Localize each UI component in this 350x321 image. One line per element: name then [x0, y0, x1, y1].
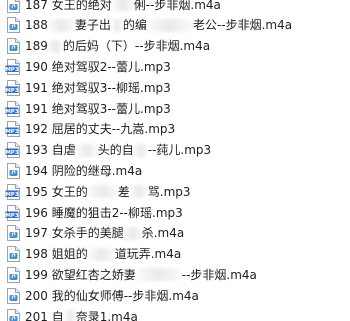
file-name-part: 道玩弄.m4a: [114, 247, 182, 262]
file-name-part: 头的自: [97, 143, 134, 158]
m4a-file-icon: [5, 17, 22, 34]
file-item[interactable]: MP3 191 绝对驾驭3--柳瑶.mp3: [0, 77, 350, 98]
redacted-blur: [123, 226, 142, 240]
redacted-blur: [87, 247, 115, 261]
file-name-part: 191 绝对驾驭3--柳瑶.mp3: [25, 80, 171, 95]
file-name: 195 女王的 差 骂.mp3: [25, 185, 191, 199]
redacted-blur: [47, 18, 75, 32]
file-name: 192 屈居的丈夫--九嵩.mp3: [25, 122, 175, 136]
file-name-part: 奈录1.m4a: [75, 309, 138, 321]
svg-text:MP3: MP3: [5, 150, 19, 156]
mp3-file-icon: MP3: [5, 58, 22, 75]
redacted-blur: [47, 39, 63, 53]
file-name-part: --步非烟.m4a: [181, 267, 257, 282]
file-name-part: 190 绝对驾驭2--蕾儿.mp3: [25, 59, 171, 74]
file-name-part: 191 绝对驾驭3--蕾儿.mp3: [25, 101, 171, 116]
file-name-part: 193 自虐: [25, 143, 76, 158]
file-item[interactable]: 189 的后妈（下）--步非烟.m4a: [0, 36, 350, 57]
redacted-blur: [129, 185, 148, 199]
file-item[interactable]: MP3 191 绝对驾驭3--蕾儿.mp3: [0, 98, 350, 119]
m4a-file-icon: [5, 308, 22, 321]
file-list: 187 女王的绝对 俐--步非烟.m4a 188 妻子出 的编 老公--步非烟.m4a …: [0, 0, 350, 321]
file-item[interactable]: MP3 193 自虐 头的自 --莼儿.mp3: [0, 140, 350, 161]
file-item[interactable]: MP3 190 绝对驾驭2--蕾儿.mp3: [0, 57, 350, 78]
file-name: 189 的后妈（下）--步非烟.m4a: [25, 39, 210, 53]
mp3-file-icon: MP3: [5, 142, 22, 159]
redacted-blur: [135, 268, 182, 282]
file-name: 187 女王的绝对 俐--步非烟.m4a: [25, 0, 221, 12]
file-item[interactable]: 188 妻子出 的编 老公--步非烟.m4a: [0, 15, 350, 36]
mp3-file-icon: MP3: [5, 79, 22, 96]
file-name-part: 老公--步非烟.m4a: [192, 18, 293, 33]
m4a-file-icon: [5, 287, 22, 304]
file-name: 194 阴险的继母.m4a: [25, 164, 142, 178]
file-name-part: 200 我的仙女师傅--步非烟.m4a: [25, 288, 199, 303]
file-name-part: 198 姐姐的: [25, 247, 88, 262]
m4a-file-icon: [5, 162, 22, 179]
file-name-part: 199 欲望红杏之娇妻: [25, 267, 136, 282]
svg-text:MP3: MP3: [5, 192, 19, 198]
redacted-blur: [111, 0, 134, 12]
mp3-file-icon: MP3: [5, 100, 22, 117]
m4a-file-icon: [5, 225, 22, 242]
file-name-part: 杀.m4a: [141, 226, 185, 241]
m4a-file-icon: [5, 246, 22, 263]
svg-text:MP3: MP3: [5, 129, 19, 135]
m4a-file-icon: [5, 0, 22, 13]
file-name-part: 196 睡魔的狙击2--柳瑶.mp3: [25, 205, 183, 220]
file-item[interactable]: 199 欲望红杏之娇妻 --步非烟.m4a: [0, 265, 350, 286]
file-name: 197 女杀手的美腿 杀.m4a: [25, 226, 184, 240]
file-item[interactable]: 194 阴险的继母.m4a: [0, 161, 350, 182]
file-name-part: 192 屈居的丈夫--九嵩.mp3: [25, 122, 176, 137]
svg-text:MP3: MP3: [5, 212, 19, 218]
file-name: 201 自奈录1.m4a: [25, 310, 138, 321]
file-name-part: 的编: [122, 18, 147, 33]
m4a-file-icon: [5, 266, 22, 283]
mp3-file-icon: MP3: [5, 183, 22, 200]
file-name: 193 自虐 头的自 --莼儿.mp3: [25, 143, 211, 157]
file-name-part: 194 阴险的继母.m4a: [25, 163, 143, 178]
file-list-view: 187 女王的绝对 俐--步非烟.m4a 188 妻子出 的编 老公--步非烟.m4a …: [0, 0, 350, 321]
file-name: 191 绝对驾驭3--蕾儿.mp3: [25, 102, 171, 116]
file-item[interactable]: MP3 192 屈居的丈夫--九嵩.mp3: [0, 119, 350, 140]
redacted-blur: [146, 18, 193, 32]
file-name-part: 差: [117, 184, 130, 199]
file-name: 188 妻子出 的编 老公--步非烟.m4a: [25, 18, 292, 32]
file-item[interactable]: 187 女王的绝对 俐--步非烟.m4a: [0, 0, 350, 15]
redacted-blur: [110, 18, 123, 32]
file-name: 196 睡魔的狙击2--柳瑶.mp3: [25, 206, 183, 220]
file-name-part: 187 女王的绝对: [25, 0, 112, 12]
redacted-blur: [133, 143, 148, 157]
file-item[interactable]: 200 我的仙女师傅--步非烟.m4a: [0, 285, 350, 306]
file-name-part: 189: [25, 39, 48, 54]
file-name-part: 骂.mp3: [147, 184, 191, 199]
file-name-part: 197 女杀手的美腿: [25, 226, 124, 241]
file-name-part: 妻子出: [74, 18, 111, 33]
redacted-blur: [63, 310, 76, 321]
mp3-file-icon: MP3: [5, 121, 22, 138]
file-name: 190 绝对驾驭2--蕾儿.mp3: [25, 60, 171, 74]
m4a-file-icon: [5, 38, 22, 55]
svg-text:MP3: MP3: [5, 67, 19, 73]
redacted-blur: [87, 185, 118, 199]
file-item[interactable]: 198 姐姐的 道玩弄.m4a: [0, 244, 350, 265]
mp3-file-icon: MP3: [5, 204, 22, 221]
file-name: 200 我的仙女师傅--步非烟.m4a: [25, 289, 199, 303]
file-name-part: 195 女王的: [25, 184, 88, 199]
file-item[interactable]: MP3 195 女王的 差 骂.mp3: [0, 181, 350, 202]
svg-text:MP3: MP3: [5, 108, 19, 114]
file-name-part: 188: [25, 18, 48, 33]
file-item[interactable]: MP3 196 睡魔的狙击2--柳瑶.mp3: [0, 202, 350, 223]
file-name: 198 姐姐的 道玩弄.m4a: [25, 247, 181, 261]
file-name: 191 绝对驾驭3--柳瑶.mp3: [25, 81, 171, 95]
file-name-part: 俐--步非烟.m4a: [133, 0, 221, 12]
file-name-part: 201 自: [25, 309, 64, 321]
file-name-part: 的后妈（下）--步非烟.m4a: [62, 39, 211, 54]
svg-text:MP3: MP3: [5, 88, 19, 94]
file-name: 199 欲望红杏之娇妻 --步非烟.m4a: [25, 268, 257, 282]
file-item[interactable]: 201 自奈录1.m4a: [0, 306, 350, 321]
file-name-part: --莼儿.mp3: [147, 143, 212, 158]
file-item[interactable]: 197 女杀手的美腿 杀.m4a: [0, 223, 350, 244]
redacted-blur: [75, 143, 98, 157]
